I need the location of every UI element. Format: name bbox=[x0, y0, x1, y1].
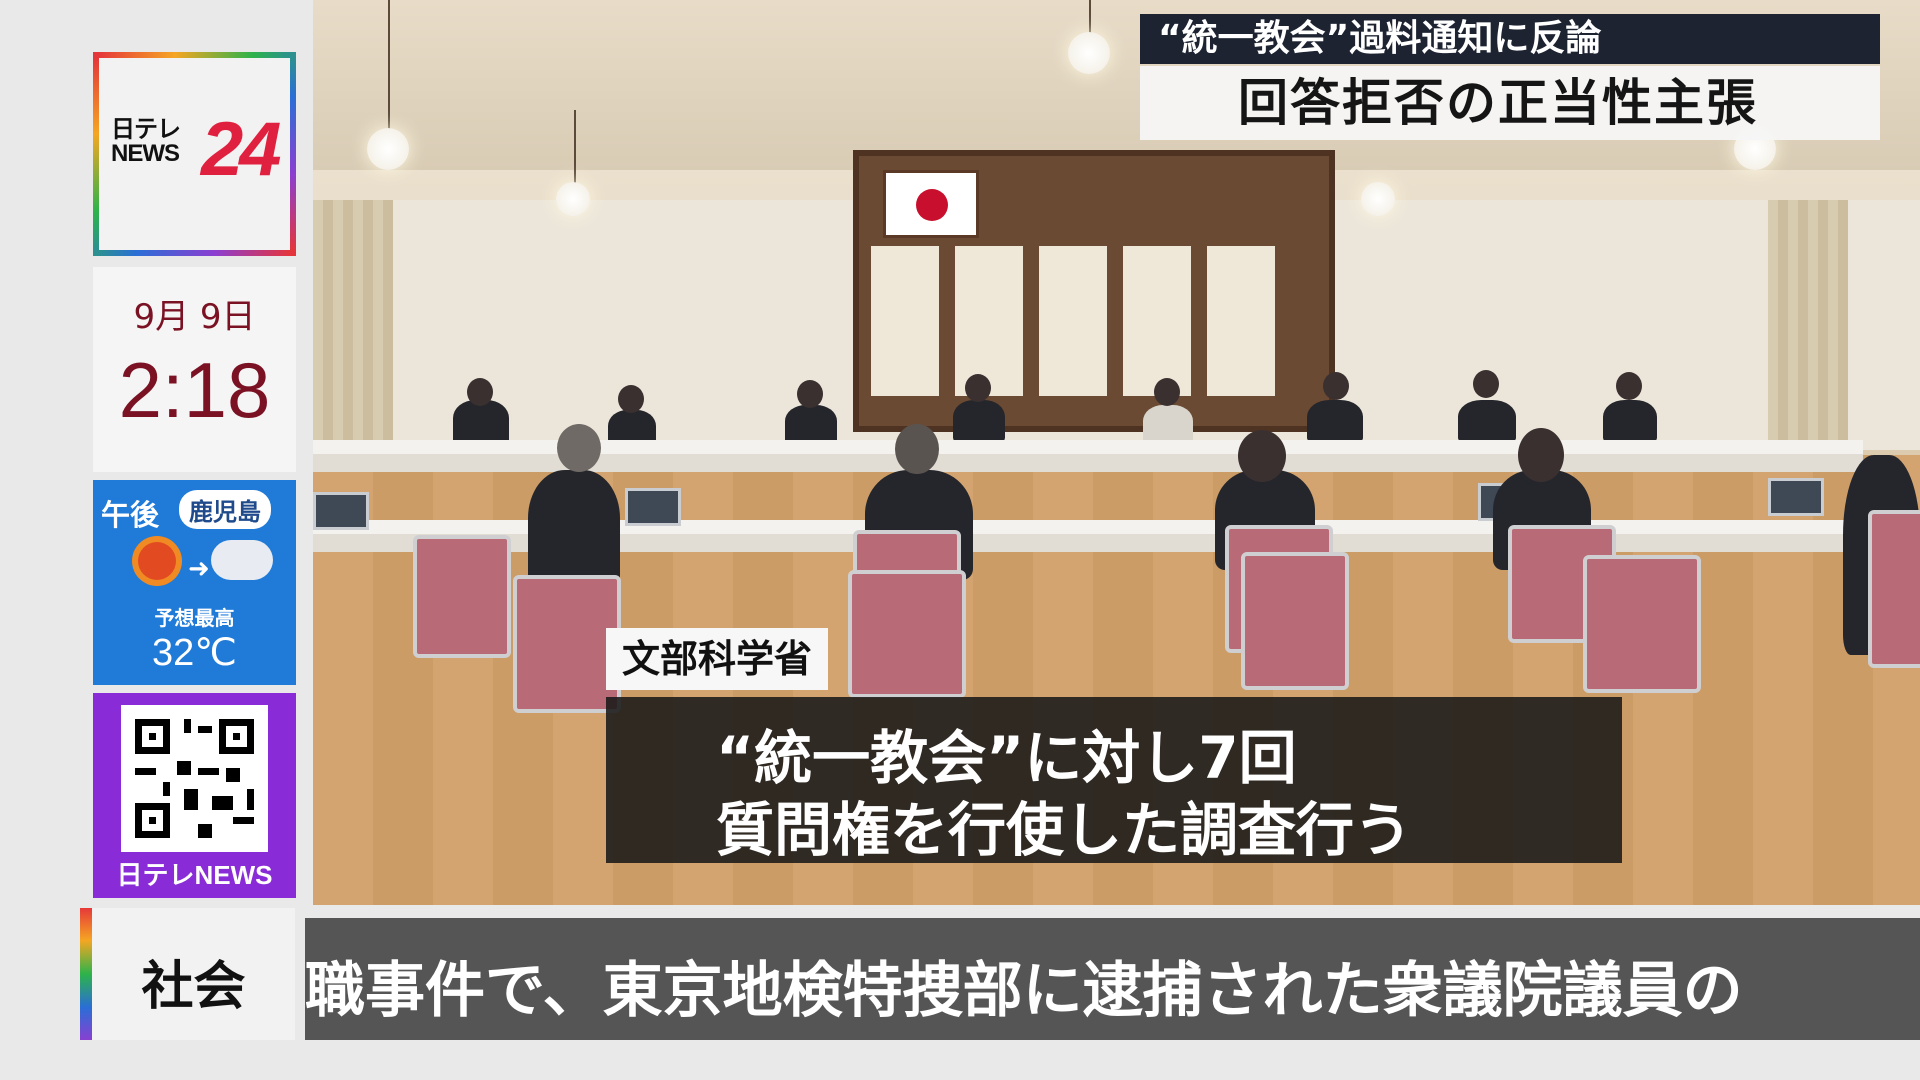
logo-bottom-text: NEWS bbox=[111, 140, 180, 167]
weather-temperature: 32℃ bbox=[152, 632, 237, 674]
ticker-category: 社会 bbox=[80, 908, 295, 1040]
ticker-text: 職事件で、東京地検特捜部に逮捕された衆議院議員の bbox=[305, 956, 1743, 1026]
ceiling-lamp bbox=[1361, 182, 1395, 216]
headline-main: 回答拒否の正当性主張 bbox=[1140, 66, 1880, 140]
headline-sub: “統一教会”過料通知に反論 bbox=[1140, 14, 1880, 64]
cloud-icon bbox=[211, 540, 273, 580]
date-text: 9月 9日 bbox=[133, 297, 256, 337]
channel-logo: 日テレ NEWS 24 bbox=[93, 52, 296, 256]
qr-code-icon bbox=[128, 712, 261, 845]
news-ticker: 職事件で、東京地検特捜部に逮捕された衆議院議員の bbox=[305, 918, 1920, 1040]
ceiling-lamp bbox=[556, 182, 590, 216]
time-text: 2:18 bbox=[118, 346, 271, 434]
sun-icon bbox=[138, 542, 176, 580]
ticker-category-label: 社会 bbox=[141, 957, 246, 1017]
logo-top-text: 日テレ bbox=[111, 116, 181, 143]
japan-flag bbox=[883, 170, 979, 238]
ceiling-lamp bbox=[367, 128, 409, 170]
qr-panel[interactable]: 日テレNEWS bbox=[93, 693, 296, 898]
weather-panel: 午後 鹿児島 ➜ 予想最高 32℃ bbox=[93, 480, 296, 685]
caption-speaker: 文部科学省 bbox=[606, 628, 829, 690]
weather-location: 鹿児島 bbox=[179, 490, 271, 529]
caption-line-2: 質問権を行使した調査行う bbox=[716, 796, 1413, 864]
caption-box: “統一教会”に対し7回 質問権を行使した調査行う bbox=[606, 697, 1622, 864]
weather-period: 午後 bbox=[101, 498, 160, 532]
qr-code[interactable] bbox=[121, 705, 268, 852]
qr-label: 日テレNEWS bbox=[116, 860, 273, 890]
arrow-right-icon: ➜ bbox=[188, 554, 210, 584]
conference-table bbox=[313, 440, 1863, 472]
clock-panel: 9月 9日 2:18 bbox=[93, 267, 296, 472]
logo-number: 24 bbox=[201, 107, 282, 192]
weather-label: 予想最高 bbox=[154, 606, 235, 630]
ceiling-lamp bbox=[1068, 32, 1110, 74]
